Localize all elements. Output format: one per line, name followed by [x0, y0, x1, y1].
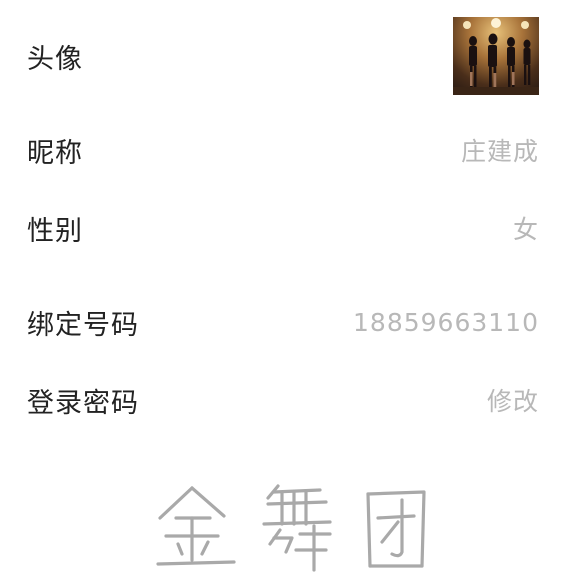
change-password-link[interactable]: 修改: [487, 382, 539, 418]
brand-logo: [152, 478, 432, 576]
profile-settings-page: 头像 昵称 庄建成 性别 女 绑定号码 18859663110 登录密码 修改: [0, 0, 563, 576]
password-label: 登录密码: [27, 387, 139, 419]
avatar-photo-icon: [453, 18, 539, 95]
password-row[interactable]: 登录密码 修改: [27, 378, 539, 422]
phone-value: 18859663110: [353, 307, 539, 337]
phone-row[interactable]: 绑定号码 18859663110: [27, 300, 539, 344]
phone-label: 绑定号码: [27, 309, 139, 341]
gender-row[interactable]: 性别 女: [27, 206, 539, 250]
avatar[interactable]: [453, 17, 539, 95]
nickname-row[interactable]: 昵称 庄建成: [27, 128, 539, 172]
gender-value: 女: [512, 215, 539, 244]
nickname-label: 昵称: [27, 137, 83, 169]
nickname-value: 庄建成: [460, 137, 539, 166]
avatar-label: 头像: [27, 43, 83, 75]
gender-label: 性别: [27, 215, 83, 247]
avatar-row[interactable]: 头像: [27, 16, 539, 96]
